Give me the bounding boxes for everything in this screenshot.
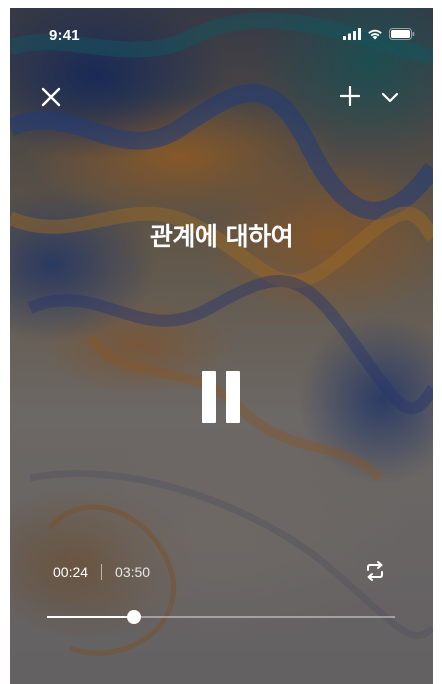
pause-bar-left	[202, 371, 216, 423]
signal-icon	[343, 28, 361, 40]
close-button[interactable]	[38, 84, 64, 110]
battery-icon	[389, 28, 415, 40]
status-bar: 9:41	[10, 8, 433, 52]
current-time: 00:24	[53, 564, 89, 580]
track-title: 관계에 대하여	[149, 222, 294, 251]
status-time: 9:41	[49, 27, 80, 44]
time-readout: 00:24 03:50	[53, 564, 150, 580]
repeat-button[interactable]	[363, 559, 387, 583]
pause-button[interactable]	[198, 371, 244, 423]
seek-bar-thumb[interactable]	[127, 610, 141, 624]
add-to-playlist-button[interactable]	[338, 84, 362, 108]
collapse-player-button[interactable]	[379, 87, 401, 107]
player-screen: 9:41 관계에 대하여 00:24 03:50	[10, 8, 433, 684]
repeat-icon	[367, 561, 383, 581]
wifi-icon	[368, 29, 382, 40]
seek-bar-fill	[47, 616, 134, 618]
plus-icon	[340, 86, 360, 106]
close-icon	[41, 87, 61, 107]
time-divider	[101, 564, 103, 580]
status-icons	[343, 28, 415, 40]
total-time: 03:50	[115, 564, 151, 580]
seek-bar[interactable]	[47, 610, 395, 624]
pause-bar-right	[226, 371, 240, 423]
chevron-down-icon	[381, 92, 399, 103]
